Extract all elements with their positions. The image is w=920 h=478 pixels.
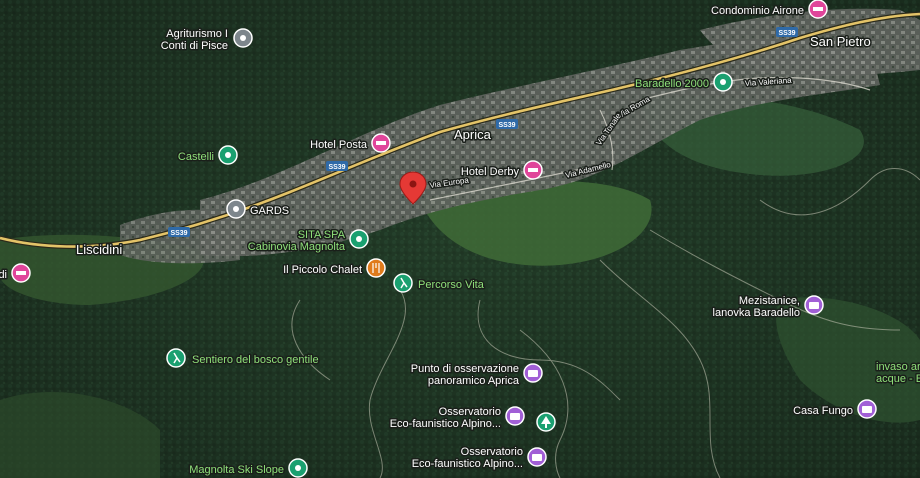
- leisure-icon: [295, 465, 301, 471]
- poi-label: Percorso Vita: [418, 279, 485, 291]
- bed-icon: [528, 168, 538, 172]
- road-badge-ss39: SS39: [496, 119, 518, 129]
- poi-label: Hotel Posta: [310, 139, 368, 151]
- poi-label: di: [0, 269, 7, 281]
- town-label-san-pietro[interactable]: San Pietro: [809, 33, 873, 51]
- camera-icon: [510, 413, 520, 420]
- town-label-aprica[interactable]: Aprica: [453, 126, 494, 144]
- poi-label: Conti di Pisce: [161, 40, 228, 52]
- pin-icon: [233, 206, 239, 212]
- poi-label: Baradello 2000: [635, 78, 709, 90]
- poi-label: Castelli: [178, 151, 214, 163]
- poi-label: Eco-faunistico Alpino...: [412, 458, 523, 470]
- leisure-icon: [720, 79, 726, 85]
- poi-invaso[interactable]: invaso ar acque - E: [875, 360, 920, 387]
- road-badge-ss39: SS39: [776, 27, 798, 37]
- poi-label: SITA SPA: [298, 229, 346, 241]
- poi-label: Eco-faunistico Alpino...: [390, 418, 501, 430]
- leisure-icon: [225, 152, 231, 158]
- road-badge-ss39: SS39: [168, 227, 190, 237]
- leisure-icon: [356, 236, 362, 242]
- poi-label: invaso ar: [876, 361, 920, 373]
- poi-park[interactable]: [536, 412, 556, 432]
- poi-label: lanovka Baradello: [713, 307, 800, 319]
- poi-label: Magnolta Ski Slope: [189, 464, 284, 476]
- map-canvas[interactable]: SS39 SS39 SS39 SS39 Via Europa Via Adame…: [0, 0, 920, 478]
- poi-label: Osservatorio: [439, 406, 501, 418]
- road-badge-label: SS39: [498, 122, 515, 129]
- poi-label: panoramico Aprica: [428, 375, 520, 387]
- poi-label: acque - E: [876, 373, 920, 385]
- bed-icon: [813, 7, 823, 11]
- poi-label: Hotel Derby: [461, 166, 520, 178]
- road-badge-label: SS39: [170, 230, 187, 237]
- pin-dot-icon: [409, 180, 417, 188]
- road-badge-label: SS39: [778, 30, 795, 37]
- poi-label: Casa Fungo: [793, 405, 853, 417]
- pin-icon: [240, 35, 246, 41]
- poi-label: Il Piccolo Chalet: [283, 264, 362, 276]
- poi-label: Cabinovia Magnolta: [248, 241, 346, 253]
- camera-icon: [809, 302, 819, 309]
- poi-label: Agriturismo I: [166, 28, 228, 40]
- road-badge-ss39: SS39: [326, 161, 348, 171]
- bed-icon: [16, 271, 26, 275]
- poi-label: GARDS: [250, 205, 289, 217]
- camera-icon: [528, 370, 538, 377]
- poi-label: Mezistanice,: [739, 295, 800, 307]
- bed-icon: [376, 141, 386, 145]
- poi-label: Osservatorio: [461, 446, 523, 458]
- town-label-liscidini[interactable]: Liscidini: [75, 241, 124, 259]
- camera-icon: [862, 406, 872, 413]
- poi-label: Punto di osservazione: [411, 363, 519, 375]
- road-badge-label: SS39: [328, 164, 345, 171]
- camera-icon: [532, 454, 542, 461]
- poi-label: Sentiero del bosco gentile: [192, 354, 319, 366]
- poi-label: Condominio Airone: [711, 5, 804, 17]
